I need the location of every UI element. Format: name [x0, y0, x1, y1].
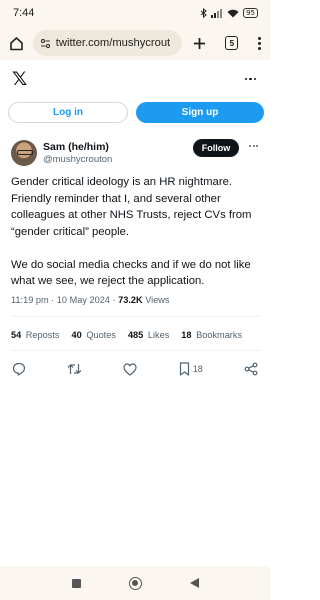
- stat-reposts[interactable]: 54 Reposts: [11, 330, 60, 340]
- site-settings-icon[interactable]: [40, 38, 51, 49]
- site-header: 𝕏: [0, 64, 270, 94]
- bookmark-icon: [179, 362, 189, 376]
- back-button[interactable]: [189, 578, 199, 588]
- quotes-label: Quotes: [86, 330, 116, 340]
- status-time: 7:44: [13, 7, 35, 19]
- tweet-time[interactable]: 11:19 pm: [11, 295, 49, 305]
- signal-icon: [211, 8, 223, 18]
- wifi-icon: [227, 9, 239, 17]
- repost-button[interactable]: [67, 362, 82, 376]
- new-tab-button[interactable]: [192, 35, 207, 51]
- divider: [11, 350, 261, 351]
- status-bar: 7:44 95: [0, 0, 270, 26]
- author-handle[interactable]: @mushycrouton: [43, 154, 112, 165]
- plus-icon: [194, 37, 206, 49]
- quotes-count: 40: [71, 330, 82, 340]
- home-icon: [10, 36, 23, 50]
- tweet-text: Gender critical ideology is an HR nightm…: [11, 174, 263, 290]
- auth-buttons: Log in Sign up: [8, 102, 264, 124]
- likes-count: 485: [127, 330, 144, 340]
- views-count: 73.2K: [118, 295, 143, 305]
- tweet-more-icon[interactable]: [249, 145, 258, 147]
- recents-button[interactable]: [71, 578, 81, 588]
- author-name[interactable]: Sam (he/him): [43, 141, 112, 153]
- author-info: Sam (he/him) @mushycrouton: [43, 141, 112, 165]
- tweet-author: Sam (he/him) @mushycrouton Follow: [11, 139, 261, 167]
- reply-icon: [12, 362, 26, 376]
- tweet-paragraph: Gender critical ideology is an HR nightm…: [11, 176, 252, 238]
- tweet-paragraph: We do social media checks and if we do n…: [11, 258, 251, 288]
- reply-button[interactable]: [12, 362, 26, 376]
- bookmark-button[interactable]: 18: [179, 362, 203, 376]
- meta-separator: ·: [109, 295, 119, 305]
- more-vert-icon[interactable]: [256, 36, 262, 50]
- heart-icon: [123, 362, 138, 376]
- meta-separator: ·: [48, 295, 57, 305]
- address-bar[interactable]: twitter.com/mushycrout: [32, 30, 183, 56]
- stat-quotes[interactable]: 40 Quotes: [72, 330, 116, 340]
- share-icon: [244, 362, 258, 376]
- share-button[interactable]: [244, 362, 258, 376]
- bookmarks-label: Bookmarks: [196, 330, 243, 340]
- repost-icon: [67, 364, 82, 374]
- tweet-actions: 18: [12, 360, 258, 378]
- avatar[interactable]: [11, 140, 37, 166]
- home-button[interactable]: [8, 34, 25, 52]
- stat-bookmarks[interactable]: 18 Bookmarks: [181, 330, 242, 340]
- login-button[interactable]: Log in: [8, 102, 128, 123]
- tweet-meta: 11:19 pm · 10 May 2024 · 73.2K Views: [11, 295, 170, 305]
- likes-label: Likes: [147, 330, 170, 340]
- tweet-date[interactable]: 10 May 2024: [57, 295, 110, 305]
- signup-button[interactable]: Sign up: [136, 102, 264, 123]
- status-icons: 95: [200, 8, 258, 18]
- more-horizontal-icon[interactable]: [244, 77, 256, 81]
- follow-button[interactable]: Follow: [193, 139, 239, 157]
- reposts-count: 54: [11, 330, 22, 340]
- reposts-label: Reposts: [25, 330, 60, 340]
- system-nav-bar: [0, 566, 270, 600]
- browser-toolbar: twitter.com/mushycrout 5: [0, 26, 270, 60]
- tabs-button[interactable]: 5: [225, 36, 239, 50]
- bluetooth-icon: [200, 8, 207, 18]
- stat-likes[interactable]: 485 Likes: [128, 330, 169, 340]
- like-button[interactable]: [123, 362, 138, 376]
- url-text: twitter.com/mushycrout: [55, 37, 171, 49]
- home-nav-button[interactable]: [128, 576, 142, 590]
- battery-icon: 95: [243, 8, 258, 18]
- divider: [11, 316, 261, 317]
- bookmarks-count: 18: [181, 330, 192, 340]
- views-label: Views: [145, 295, 170, 305]
- tweet-stats: 54 Reposts 40 Quotes 485 Likes 18 Bookma…: [11, 330, 242, 340]
- tabs-count: 5: [229, 38, 235, 48]
- bookmark-count: 18: [192, 364, 203, 374]
- x-logo[interactable]: 𝕏: [12, 69, 27, 89]
